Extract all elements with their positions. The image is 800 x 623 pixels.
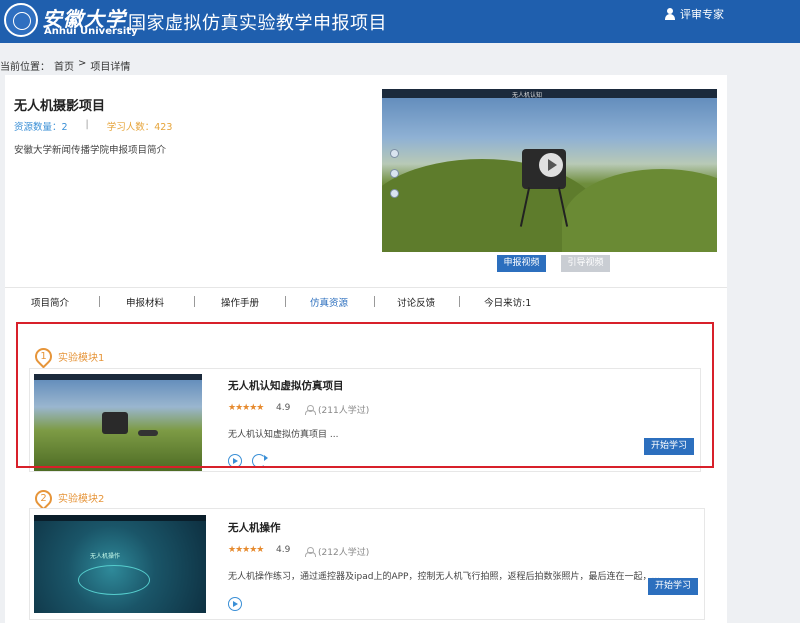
breadcrumb: 当前位置： 首页 > 项目详情 (0, 58, 130, 73)
user-icon (664, 8, 676, 20)
page: 安徽大学 Anhui University 国家虚拟仿真实验教学申报项目 评审专… (0, 0, 800, 623)
project-description: 安徽大学新闻传播学院申报项目简介 (14, 145, 167, 156)
tab-discussion[interactable]: 讨论反馈 (397, 295, 435, 309)
module-card: 无人机操作 无人机操作 ★★★★★ 4.9 (212人学过) 无人机操作练习，通… (29, 508, 705, 620)
breadcrumb-separator: > (78, 58, 87, 69)
breadcrumb-home-link[interactable]: 首页 (54, 58, 74, 73)
tab-simulation-resources[interactable]: 仿真资源 (310, 295, 348, 309)
project-title: 无人机摄影项目 (14, 99, 106, 114)
video-side-control-icon[interactable] (390, 149, 399, 158)
reviewer-label: 评审专家 (680, 8, 724, 21)
tab-divider (459, 296, 461, 307)
module-thumbnail[interactable]: 无人机操作 (34, 515, 206, 613)
thumb-title: 无人机操作 (90, 553, 121, 560)
thumb-title-bar (34, 515, 206, 521)
learner-count: 学习人数：423 (106, 122, 173, 133)
reviewer-login-link[interactable]: 评审专家 (664, 6, 724, 22)
project-card: 无人机摄影项目 资源数量：2 | 学习人数：423 安徽大学新闻传播学院申报项目… (5, 75, 727, 318)
today-visits: 今日来访:1 (484, 297, 532, 309)
resource-count: 资源数量：2 (14, 122, 68, 133)
module-label: 实验模块2 (58, 494, 105, 505)
learner-count-text: (212人学过) (318, 548, 370, 558)
module-title[interactable]: 无人机操作 (228, 520, 281, 535)
highlight-box (16, 322, 714, 468)
university-emblem-icon[interactable] (4, 3, 38, 37)
video-side-control-icon[interactable] (390, 169, 399, 178)
project-video-player[interactable]: 无人机认知 (382, 89, 717, 252)
module-number-pin-icon: 2 (31, 486, 56, 511)
tab-materials[interactable]: 申报材料 (126, 295, 164, 309)
rating-score: 4.9 (276, 545, 291, 555)
play-icon[interactable] (539, 153, 563, 177)
tab-intro[interactable]: 项目简介 (31, 295, 69, 309)
video-title: 无人机认知 (512, 92, 543, 99)
video-scene-hill (562, 169, 717, 252)
top-header: 安徽大学 Anhui University 国家虚拟仿真实验教学申报项目 评审专… (0, 0, 800, 43)
breadcrumb-current: 项目详情 (90, 62, 131, 73)
video-side-control-icon[interactable] (390, 189, 399, 198)
thumb-menu-ring (78, 565, 150, 595)
module-number: 2 (40, 493, 47, 504)
user-icon (305, 547, 316, 557)
video-title-bar: 无人机认知 (382, 89, 717, 99)
guide-video-button[interactable]: 引导视频 (561, 255, 610, 272)
module-description: 无人机操作练习，通过遥控器及ipad上的APP，控制无人机飞行拍照，返程后拍数张… (228, 572, 661, 582)
start-learning-button[interactable]: 开始学习 (648, 578, 698, 595)
logo-english-name[interactable]: Anhui University (44, 26, 138, 37)
tab-manual[interactable]: 操作手册 (221, 295, 259, 309)
play-icon[interactable] (228, 597, 242, 611)
report-video-button[interactable]: 申报视频 (497, 255, 546, 272)
site-title: 国家虚拟仿真实验教学申报项目 (128, 13, 387, 34)
tab-divider (99, 296, 101, 307)
learner-count: (212人学过) (305, 545, 369, 558)
tab-divider (194, 296, 196, 307)
breadcrumb-prefix: 当前位置： (0, 62, 50, 73)
tab-divider (374, 296, 376, 307)
project-tabs: 项目简介 申报材料 操作手册 仿真资源 讨论反馈 今日来访:1 (5, 287, 727, 315)
star-rating-icon: ★★★★★ (228, 545, 264, 555)
tab-divider (285, 296, 287, 307)
project-stats: 资源数量：2 | 学习人数：423 (14, 119, 172, 133)
stats-separator: | (85, 119, 89, 130)
